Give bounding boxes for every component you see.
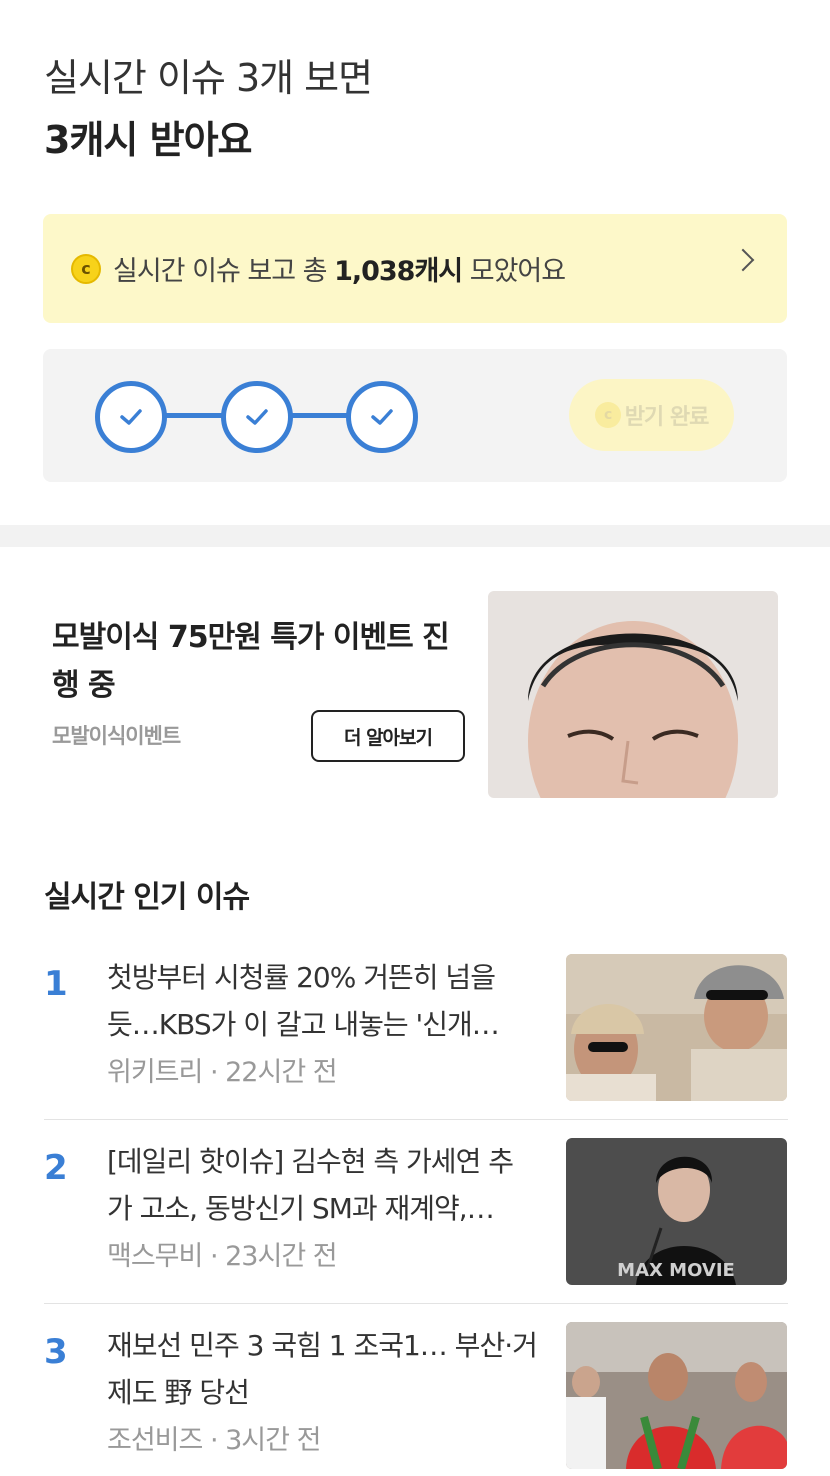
progress-connector xyxy=(287,413,351,418)
issue-thumbnail[interactable]: MAX MOVIE xyxy=(566,1138,787,1285)
ad-brand: 모발이식이벤트 xyxy=(52,724,181,748)
progress-panel: c 받기 완료 xyxy=(43,349,787,482)
claim-complete-button[interactable]: c 받기 완료 xyxy=(569,379,734,451)
issue-item-3[interactable]: 3 재보선 민주 3 국힘 1 조국1… 부산·거제도 野 당선 조선비즈 · … xyxy=(44,1322,788,1476)
page-header: 실시간 이슈 3개 보면 3캐시 받아요 xyxy=(41,52,373,168)
meta-separator: · xyxy=(202,1425,226,1456)
coin-icon: c xyxy=(71,253,101,284)
summary-suffix: 모았어요 xyxy=(462,256,566,287)
summary-amount: 1,038캐시 xyxy=(334,256,463,287)
issue-rank: 3 xyxy=(44,1332,68,1372)
issue-source: 맥스무비 xyxy=(107,1241,203,1272)
list-divider xyxy=(44,1303,788,1304)
cash-summary-banner[interactable]: c 실시간 이슈 보고 총 1,038캐시 모았어요 xyxy=(43,214,787,323)
header-line1: 실시간 이슈 3개 보면 xyxy=(44,56,373,100)
meta-separator: · xyxy=(202,1241,226,1272)
progress-connector xyxy=(161,413,225,418)
issue-title[interactable]: [데일리 핫이슈] 김수현 측 가세연 추가 고소, 동방신기 SM과 재계약,… xyxy=(107,1138,537,1232)
cash-summary-text: 실시간 이슈 보고 총 1,038캐시 모았어요 xyxy=(113,249,566,288)
learn-more-button[interactable]: 더 알아보기 xyxy=(311,710,465,762)
issue-thumbnail[interactable] xyxy=(566,1322,787,1469)
progress-step-3 xyxy=(346,381,418,453)
issue-item-2[interactable]: 2 [데일리 핫이슈] 김수현 측 가세연 추가 고소, 동방신기 SM과 재계… xyxy=(44,1138,788,1298)
issue-rank: 1 xyxy=(44,964,68,1004)
issue-time: 22시간 전 xyxy=(225,1057,337,1088)
issue-time: 23시간 전 xyxy=(225,1241,337,1272)
check-icon xyxy=(246,409,268,425)
issue-meta: 맥스무비 · 23시간 전 xyxy=(107,1234,338,1273)
issue-source: 위키트리 xyxy=(107,1057,203,1088)
section-title: 실시간 인기 이슈 xyxy=(44,880,250,915)
issue-meta: 위키트리 · 22시간 전 xyxy=(107,1050,338,1089)
progress-step-2 xyxy=(221,381,293,453)
ad-image[interactable] xyxy=(488,591,778,798)
progress-step-1 xyxy=(95,381,167,453)
issue-title[interactable]: 첫방부터 시청률 20% 거뜬히 넘을 듯…KBS가 이 갈고 내놓는 '신개… xyxy=(107,954,537,1048)
issue-rank: 2 xyxy=(44,1148,68,1188)
header-line2: 3캐시 받아요 xyxy=(41,112,372,168)
header-line2-rest: 받아요 xyxy=(137,118,253,162)
issue-title[interactable]: 재보선 민주 3 국힘 1 조국1… 부산·거제도 野 당선 xyxy=(107,1322,537,1416)
section-divider xyxy=(0,525,830,547)
check-icon xyxy=(371,409,393,425)
check-icon xyxy=(120,409,142,425)
issue-time: 3시간 전 xyxy=(225,1425,321,1456)
claim-label: 받기 완료 xyxy=(624,405,710,430)
issue-item-1[interactable]: 1 첫방부터 시청률 20% 거뜬히 넘을 듯…KBS가 이 갈고 내놓는 '신… xyxy=(44,954,788,1114)
issue-thumbnail[interactable] xyxy=(566,954,787,1101)
list-divider xyxy=(44,1119,788,1120)
chevron-right-icon xyxy=(731,248,755,272)
issue-source: 조선비즈 xyxy=(107,1425,203,1456)
coin-icon: c xyxy=(594,402,621,428)
thumbnail-watermark: MAX MOVIE xyxy=(617,1260,735,1281)
summary-prefix: 실시간 이슈 보고 총 xyxy=(113,256,335,287)
meta-separator: · xyxy=(202,1057,226,1088)
ad-title[interactable]: 모발이식 75만원 특가 이벤트 진행 중 xyxy=(52,614,452,710)
issue-meta: 조선비즈 · 3시간 전 xyxy=(107,1418,321,1457)
reward-highlight: 3캐시 xyxy=(41,112,140,168)
